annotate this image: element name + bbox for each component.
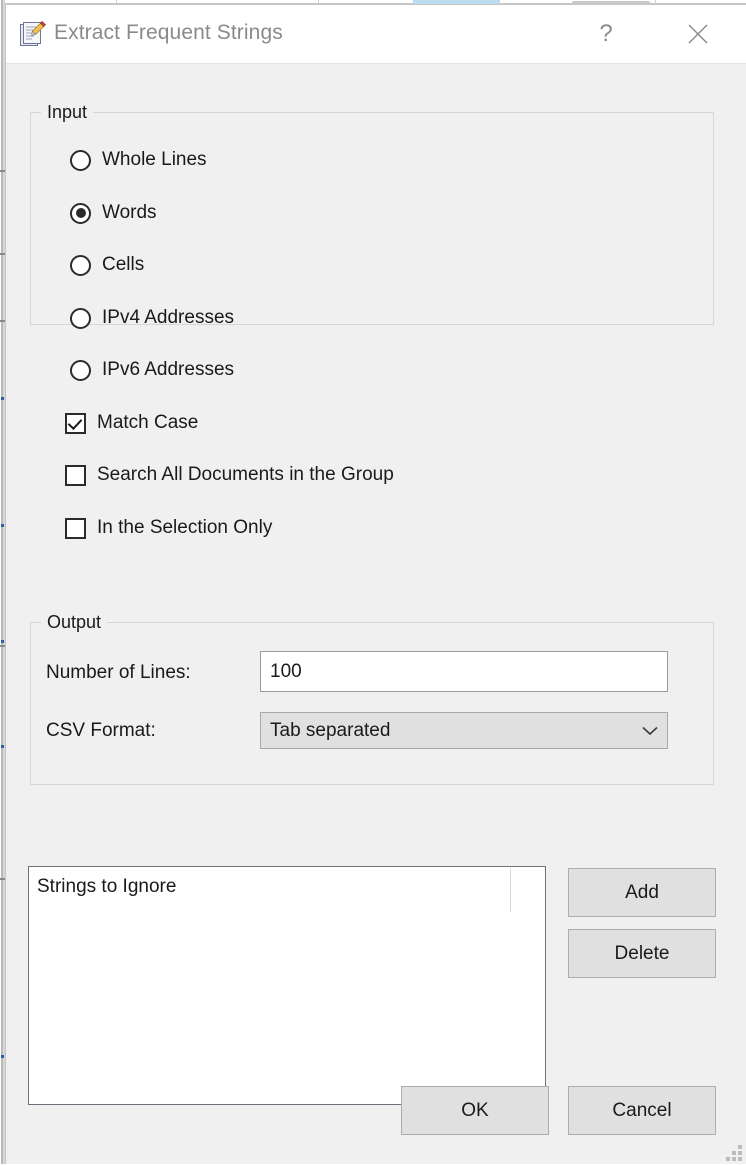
radio-label: Whole Lines — [102, 149, 207, 170]
chevron-down-icon — [633, 726, 667, 736]
background-edge-marker — [1, 1055, 4, 1058]
help-icon: ? — [599, 20, 613, 47]
ok-button-label: OK — [461, 1099, 489, 1121]
strings-to-ignore-listbox[interactable]: Strings to Ignore — [28, 866, 546, 1105]
radio-indicator — [70, 359, 91, 381]
background-edge-marker — [1, 640, 4, 643]
dialog-title: Extract Frequent Strings — [54, 21, 283, 44]
close-icon — [686, 22, 710, 46]
ok-button[interactable]: OK — [401, 1086, 549, 1135]
delete-button[interactable]: Delete — [568, 929, 716, 978]
radio-label: Words — [102, 202, 157, 223]
number-of-lines-input[interactable] — [260, 651, 668, 692]
radio-label: IPv4 Addresses — [102, 307, 235, 328]
add-button-label: Add — [625, 881, 659, 903]
radio-label: Cells — [102, 254, 145, 275]
radio-label: IPv6 Addresses — [102, 359, 235, 380]
input-group-label: Input — [41, 102, 94, 123]
checkbox-label: Match Case — [97, 412, 199, 433]
radio-indicator-selected — [70, 202, 91, 224]
radio-indicator — [70, 254, 91, 276]
strings-to-ignore-header: Strings to Ignore — [37, 876, 177, 897]
checkbox-label: Search All Documents in the Group — [97, 464, 394, 485]
radio-cells[interactable]: Cells — [70, 254, 144, 276]
listbox-column-separator[interactable] — [510, 868, 511, 912]
checkbox-in-the-selection-only[interactable]: In the Selection Only — [65, 517, 272, 539]
notepad-pencil-icon — [18, 21, 46, 49]
output-group-label: Output — [41, 612, 108, 633]
dialog-body: Input Whole Lines Words Cells IPv4 Addre… — [6, 64, 746, 1165]
dialog-title-bar[interactable]: Extract Frequent Strings ? — [6, 5, 746, 64]
resize-grip[interactable] — [726, 1145, 742, 1161]
number-of-lines-label: Number of Lines: — [46, 662, 191, 683]
checkbox-label: In the Selection Only — [97, 517, 273, 538]
radio-whole-lines[interactable]: Whole Lines — [70, 149, 207, 171]
checkbox-indicator-checked — [65, 412, 86, 434]
cancel-button[interactable]: Cancel — [568, 1086, 716, 1135]
help-button[interactable]: ? — [577, 5, 635, 63]
background-edge-marker — [1, 745, 4, 748]
radio-indicator — [70, 149, 91, 171]
background-edge-marker — [1, 397, 4, 400]
output-group-box: Output — [30, 612, 714, 785]
checkbox-match-case[interactable]: Match Case — [65, 412, 198, 434]
radio-ipv4-addresses[interactable]: IPv4 Addresses — [70, 307, 234, 329]
checkbox-indicator — [65, 517, 86, 539]
checkbox-search-all-documents[interactable]: Search All Documents in the Group — [65, 464, 394, 486]
csv-format-dropdown[interactable]: Tab separated — [260, 712, 668, 749]
delete-button-label: Delete — [614, 942, 670, 964]
background-edge-marker — [1, 524, 4, 527]
radio-ipv6-addresses[interactable]: IPv6 Addresses — [70, 359, 234, 381]
csv-format-value: Tab separated — [270, 719, 391, 741]
checkbox-indicator — [65, 464, 86, 486]
csv-format-label: CSV Format: — [46, 720, 156, 741]
add-button[interactable]: Add — [568, 868, 716, 917]
close-button[interactable] — [669, 5, 727, 63]
extract-frequent-strings-dialog: Extract Frequent Strings ? Input Whole L… — [5, 4, 746, 1164]
radio-words[interactable]: Words — [70, 202, 157, 224]
radio-indicator — [70, 307, 91, 329]
cancel-button-label: Cancel — [612, 1099, 672, 1121]
